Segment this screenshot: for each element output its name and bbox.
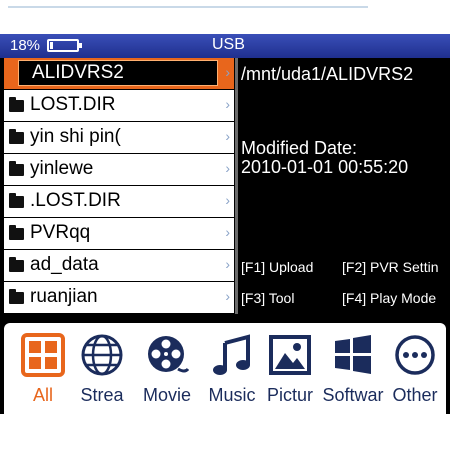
- f3-tool-key[interactable]: [F3] Tool: [241, 290, 294, 306]
- f1-upload-key[interactable]: [F1] Upload: [241, 259, 313, 275]
- category-label: Softwar: [322, 385, 384, 405]
- file-name: yinlewe: [30, 158, 94, 179]
- file-name: PVRqq: [30, 222, 91, 243]
- battery-icon: [47, 39, 82, 52]
- usb-title: USB: [212, 36, 245, 53]
- category-label: Strea: [80, 385, 124, 405]
- globe-icon: [80, 333, 124, 377]
- chevron-right-icon: ›: [225, 288, 230, 304]
- f4-play-mode-key[interactable]: [F4] Play Mode: [342, 290, 436, 306]
- chevron-right-icon: ›: [225, 160, 230, 176]
- battery-percent: 18%: [10, 37, 41, 54]
- category-other[interactable]: Other: [386, 333, 444, 413]
- category-music[interactable]: Music: [203, 333, 261, 413]
- file-item-lost-dir[interactable]: LOST.DIR ›: [4, 90, 234, 121]
- category-movie[interactable]: Movie: [138, 333, 196, 413]
- file-name: ruanjian: [30, 286, 98, 307]
- category-all[interactable]: All: [14, 333, 72, 413]
- file-item-dot-lost-dir[interactable]: .LOST.DIR ›: [4, 186, 234, 217]
- modified-date-label: Modified Date:: [241, 138, 358, 158]
- media-screen: 18% USB ALIDVRS2 › LOST.DIR › yin shi pi…: [0, 34, 450, 414]
- file-item-alidvrs2[interactable]: ALIDVRS2 ›: [4, 58, 234, 89]
- file-name: ALIDVRS2: [32, 62, 124, 83]
- category-label: Other: [392, 385, 438, 405]
- chevron-right-icon: ›: [225, 96, 230, 112]
- file-name: .LOST.DIR: [30, 190, 121, 211]
- chevron-right-icon: ›: [225, 192, 230, 208]
- category-stream[interactable]: Strea: [73, 333, 131, 413]
- folder-icon: [9, 97, 24, 112]
- folder-icon: [9, 161, 24, 176]
- category-software[interactable]: Softwar: [322, 333, 384, 413]
- category-bar: All Strea Movie Music Pictur Softwar Oth…: [4, 323, 446, 414]
- film-reel-icon: [145, 333, 189, 377]
- folder-icon: [9, 257, 24, 272]
- folder-icon: [9, 289, 24, 304]
- pane-divider: [235, 58, 238, 314]
- top-divider-line: [8, 6, 368, 8]
- category-label: Pictur: [266, 385, 313, 405]
- file-name: ad_data: [30, 254, 99, 275]
- music-note-icon: [210, 333, 254, 377]
- picture-icon: [268, 333, 312, 377]
- folder-icon: [9, 129, 24, 144]
- file-item-ad-data[interactable]: ad_data ›: [4, 250, 234, 281]
- category-label: Movie: [142, 385, 191, 405]
- chevron-right-icon: ›: [225, 64, 230, 80]
- current-path: /mnt/uda1/ALIDVRS2: [241, 64, 414, 84]
- category-picture[interactable]: Pictur: [261, 333, 319, 413]
- folder-icon: [9, 193, 24, 208]
- more-icon: [393, 333, 437, 377]
- windows-icon: [331, 333, 375, 377]
- status-bar: 18% USB: [0, 34, 450, 58]
- chevron-right-icon: ›: [225, 128, 230, 144]
- file-item-ruanjian[interactable]: ruanjian ›: [4, 282, 234, 313]
- file-name: LOST.DIR: [30, 94, 116, 115]
- file-item-yin-shi-pin[interactable]: yin shi pin( ›: [4, 122, 234, 153]
- folder-icon: [9, 225, 24, 240]
- file-item-yinlewe[interactable]: yinlewe ›: [4, 154, 234, 185]
- f2-pvr-settings-key[interactable]: [F2] PVR Settin: [342, 259, 438, 275]
- file-list: ALIDVRS2 › LOST.DIR › yin shi pin( › yin…: [4, 58, 234, 314]
- file-item-pvrqq[interactable]: PVRqq ›: [4, 218, 234, 249]
- grid-icon: [21, 333, 65, 377]
- modified-date-value: 2010-01-01 00:55:20: [241, 157, 409, 177]
- file-name: yin shi pin(: [30, 126, 121, 147]
- chevron-right-icon: ›: [225, 224, 230, 240]
- chevron-right-icon: ›: [225, 256, 230, 272]
